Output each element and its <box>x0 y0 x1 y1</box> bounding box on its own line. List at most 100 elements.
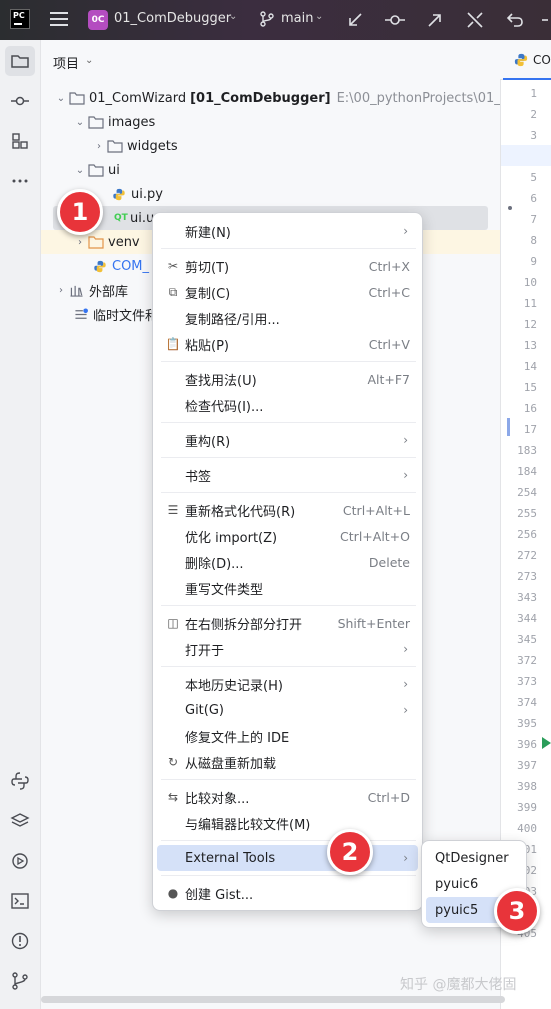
chevron-down-icon[interactable]: ⌄ <box>72 165 88 176</box>
line-number: 372 <box>517 654 537 667</box>
menu-item-p[interactable]: 📋 粘贴(P) Ctrl+V <box>157 331 418 357</box>
split-icon: ◫ <box>167 616 179 630</box>
menu-item-n[interactable]: 新建(N) › <box>157 218 418 244</box>
chevron-right-icon[interactable]: › <box>72 237 88 248</box>
line-number: 395 <box>517 717 537 730</box>
menu-item-gist[interactable]: ● 创建 Gist... <box>157 880 418 906</box>
horizontal-scrollbar[interactable] <box>41 993 505 1009</box>
menu-item-item-14[interactable]: 打开于 › <box>157 636 418 662</box>
chevron-down-icon[interactable]: ⌄ <box>53 93 69 104</box>
menu-item-r[interactable]: 重构(R) › <box>157 427 418 453</box>
tree-item-ui-file[interactable]: QT ui.u <box>114 206 154 230</box>
main-menu-icon[interactable] <box>50 12 68 28</box>
tree-item-project-root[interactable]: ⌄ 01_ComWizard [01_ComDebugger] E:\00_py… <box>53 86 531 110</box>
menu-item-item-3[interactable]: 复制路径/引用... <box>157 305 418 331</box>
menu-item-item-13[interactable]: ◫ 在右侧拆分部分打开 Shift+Enter <box>157 610 418 636</box>
layers-icon[interactable] <box>10 811 30 831</box>
menu-item-external-tools[interactable]: External Tools › <box>157 845 418 871</box>
menu-item-item-8[interactable]: 书签 › <box>157 462 418 488</box>
menu-item-label: 修复文件上的 IDE <box>185 730 290 746</box>
scrollbar-thumb[interactable] <box>41 996 505 1003</box>
menu-item-item-19[interactable]: ⇆ 比较对象... Ctrl+D <box>157 784 418 810</box>
more-tools-icon[interactable] <box>10 171 30 191</box>
services-icon[interactable] <box>10 851 30 871</box>
chevron-right-icon[interactable]: › <box>91 141 107 152</box>
more-icon[interactable] <box>538 9 551 31</box>
menu-item-shortcut: Ctrl+Alt+L <box>342 502 410 518</box>
tree-item-external-libs[interactable]: › 外部库 <box>53 278 128 302</box>
python-console-icon[interactable] <box>10 771 30 791</box>
editor-tab[interactable]: CO <box>533 53 551 67</box>
menu-item-label: 从磁盘重新加载 <box>185 756 277 772</box>
chevron-right-icon[interactable]: › <box>53 285 69 296</box>
structure-icon[interactable] <box>10 131 30 151</box>
tree-item-com[interactable]: COM_ <box>92 254 149 278</box>
commit-icon[interactable] <box>10 91 30 111</box>
menu-item-u[interactable]: 查找用法(U) Alt+F7 <box>157 366 418 392</box>
menu-separator <box>161 492 416 493</box>
commit-icon[interactable] <box>384 9 406 31</box>
version-control-icon[interactable] <box>10 971 30 991</box>
menu-item-shortcut: Alt+F7 <box>367 371 410 387</box>
chevron-down-icon[interactable]: ⌄ <box>72 117 88 128</box>
menu-item-label: 创建 Gist... <box>185 887 254 903</box>
menu-item-i[interactable]: 检查代码(I)... <box>157 392 418 418</box>
menu-item-label: 书签 <box>185 469 212 485</box>
chevron-right-icon: › <box>403 433 408 447</box>
folder-icon <box>69 91 85 105</box>
panel-title[interactable]: 项目 <box>53 53 79 72</box>
tree-item-widgets[interactable]: › widgets <box>91 134 178 158</box>
menu-separator <box>161 361 416 362</box>
chevron-right-icon: › <box>403 851 408 865</box>
push-icon[interactable] <box>424 9 446 31</box>
line-number: 9 <box>530 255 537 268</box>
menu-item-c[interactable]: ⧉ 复制(C) Ctrl+C <box>157 279 418 305</box>
line-number: 256 <box>517 528 537 541</box>
update-project-icon[interactable] <box>344 9 366 31</box>
tree-item-label: COM_ <box>112 258 150 274</box>
folder-icon[interactable] <box>10 51 30 71</box>
chevron-down-icon[interactable]: ⌄ <box>229 11 237 22</box>
chevron-right-icon: › <box>403 703 408 717</box>
menu-item-label: 重新格式化代码(R) <box>185 504 296 520</box>
step-badge-1: 1 <box>57 189 103 235</box>
menu-item-label: Git(G) <box>185 702 224 718</box>
menu-item-git-g[interactable]: Git(G) › <box>157 697 418 723</box>
tree-item-ui-py[interactable]: ui.py <box>111 182 163 206</box>
menu-item-label: 删除(D)... <box>185 556 244 572</box>
python-file-icon <box>94 260 106 272</box>
branch-name[interactable]: main <box>281 11 313 26</box>
menu-item-import-z[interactable]: 优化 import(Z) Ctrl+Alt+O <box>157 523 418 549</box>
chevron-down-icon[interactable]: ⌄ <box>315 11 323 22</box>
menu-item-label: 与编辑器比较文件(M) <box>185 817 311 833</box>
terminal-icon[interactable] <box>10 891 30 911</box>
undo-icon[interactable] <box>504 9 526 31</box>
tree-item-ui[interactable]: ⌄ ui <box>72 158 120 182</box>
menu-item-item-18[interactable]: ↻ 从磁盘重新加载 <box>157 749 418 775</box>
qt-file-icon: QT <box>114 213 128 223</box>
menu-item-t[interactable]: ✂ 剪切(T) Ctrl+X <box>157 253 418 279</box>
tree-item-images[interactable]: ⌄ images <box>72 110 155 134</box>
project-name[interactable]: 01_ComDebugger <box>114 11 231 26</box>
menu-item-r[interactable]: ☰ 重新格式化代码(R) Ctrl+Alt+L <box>157 497 418 523</box>
chevron-down-icon[interactable]: ⌄ <box>85 55 93 66</box>
chevron-right-icon: › <box>403 642 408 656</box>
menu-item-d[interactable]: 删除(D)... Delete <box>157 549 418 575</box>
run-gutter-icon[interactable] <box>542 737 551 749</box>
menu-item-label: 复制(C) <box>185 286 231 302</box>
menu-item-ide[interactable]: 修复文件上的 IDE <box>157 723 418 749</box>
menu-item-h[interactable]: 本地历史记录(H) › <box>157 671 418 697</box>
line-number: 14 <box>523 360 537 373</box>
logo-text: PC <box>13 11 25 20</box>
git-branch-icon[interactable] <box>260 11 274 27</box>
menu-item-item-12[interactable]: 重写文件类型 <box>157 575 418 601</box>
submenu-item-qtdesigner[interactable]: QtDesigner <box>426 845 524 871</box>
menu-item-label: 比较对象... <box>185 791 250 807</box>
problems-icon[interactable] <box>10 931 30 951</box>
menu-item-m[interactable]: 与编辑器比较文件(M) <box>157 810 418 836</box>
project-badge[interactable]: 0C <box>88 10 108 30</box>
merge-icon[interactable] <box>464 9 486 31</box>
tree-item-scratches[interactable]: 临时文件和 <box>73 302 158 326</box>
paste-icon: 📋 <box>165 337 181 351</box>
line-number: 183 <box>517 444 537 457</box>
